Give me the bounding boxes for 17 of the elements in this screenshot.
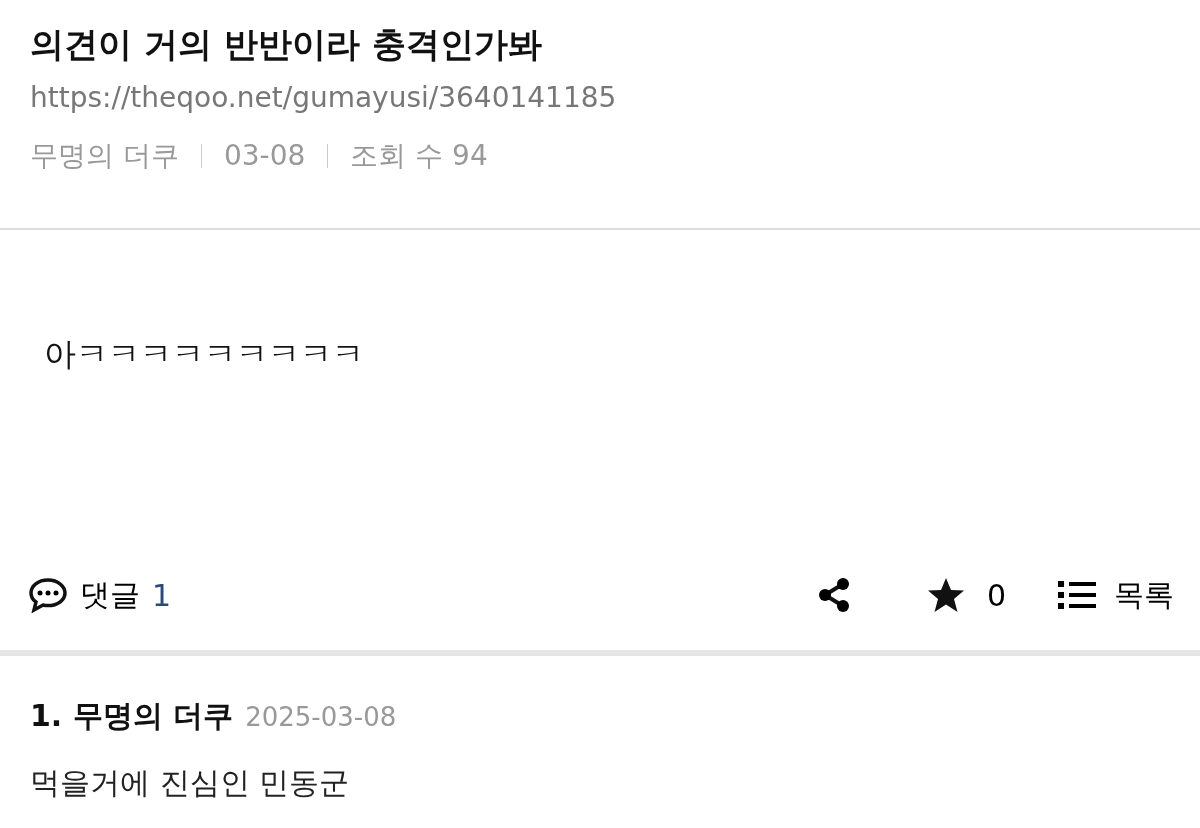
comment-text: 먹을거에 진심인 민동군 (30, 764, 351, 802)
comment-count: 1 (152, 577, 172, 613)
list-link[interactable]: 목록 (1114, 574, 1174, 616)
comment-date: 2025-03-08 (245, 701, 397, 734)
list-icon[interactable] (1058, 580, 1096, 610)
star-icon[interactable] (926, 577, 965, 613)
post-author: 무명의 더쿠 (30, 138, 179, 174)
post-url[interactable]: https://theqoo.net/gumayusi/3640141185 (30, 78, 1170, 118)
view-count: 조회 수 94 (350, 138, 488, 174)
post-date: 03-08 (223, 138, 306, 174)
comment-author: 1. 무명의 더쿠 (30, 697, 234, 735)
post-body-text: 아ㅋㅋㅋㅋㅋㅋㅋㅋㅋ (44, 334, 365, 375)
star-count: 0 (986, 577, 1006, 613)
share-icon[interactable] (816, 577, 851, 613)
post-title: 의견이 거의 반반이라 충격인가봐 (30, 23, 543, 66)
comments-label: 댓글 (80, 575, 140, 614)
comment-icon (28, 577, 68, 613)
